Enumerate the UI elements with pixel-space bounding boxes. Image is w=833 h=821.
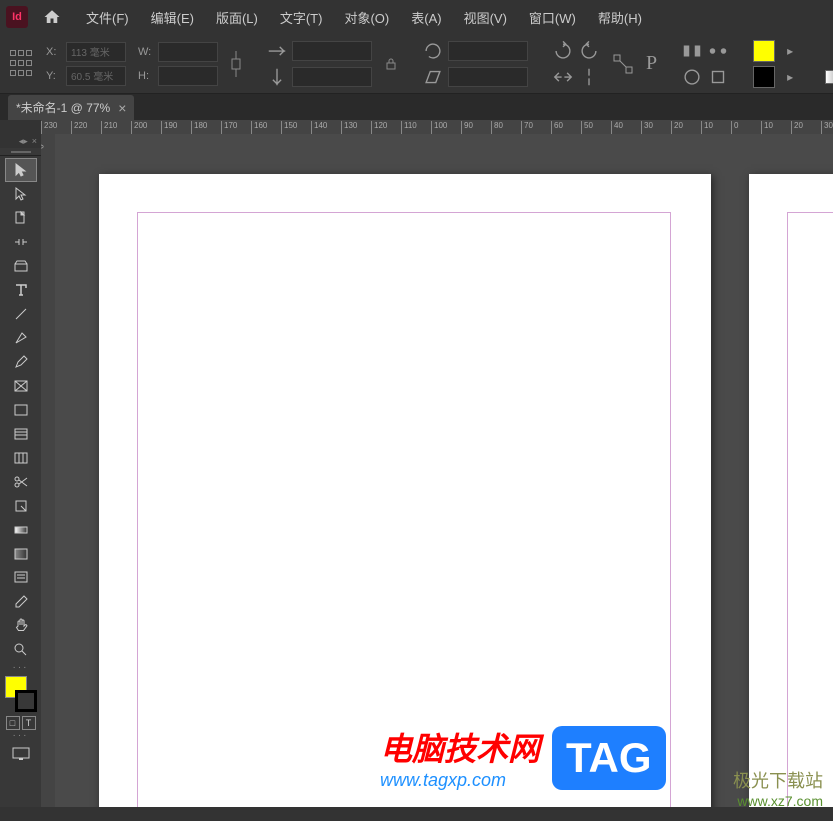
page-1[interactable] bbox=[99, 174, 711, 807]
pencil-tool[interactable] bbox=[5, 350, 37, 374]
fill-stroke-swatch[interactable] bbox=[3, 676, 39, 712]
gradient-feather-tool[interactable] bbox=[5, 542, 37, 566]
horizontal-grid-tool[interactable] bbox=[5, 422, 37, 446]
selection-tool[interactable] bbox=[5, 158, 37, 182]
paragraph-icon[interactable]: P bbox=[646, 53, 657, 75]
rotate-ccw-icon[interactable] bbox=[578, 40, 600, 62]
gap-tool[interactable] bbox=[5, 230, 37, 254]
tab-title: *未命名-1 @ 77% bbox=[16, 99, 110, 116]
apply-to-container[interactable]: □ bbox=[6, 716, 20, 730]
canvas[interactable]: 0 bbox=[41, 134, 833, 807]
watermark-site: 极光下载站 www.xz7.com bbox=[733, 767, 823, 809]
h-input[interactable] bbox=[158, 66, 218, 86]
menu-type[interactable]: 文字(T) bbox=[270, 4, 333, 31]
scissors-tool[interactable] bbox=[5, 470, 37, 494]
x-input[interactable]: 113 毫米 bbox=[66, 42, 126, 62]
zoom-tool[interactable] bbox=[5, 638, 37, 662]
margin-guide bbox=[137, 212, 671, 807]
x-label: X: bbox=[46, 46, 62, 58]
stroke-weight-icon[interactable]: ≡ bbox=[825, 44, 833, 66]
scale-y-icon[interactable] bbox=[266, 66, 288, 88]
rotate-cw-icon[interactable] bbox=[552, 40, 574, 62]
type-tool[interactable] bbox=[5, 278, 37, 302]
effects-icon[interactable] bbox=[681, 66, 703, 88]
stroke-swatch[interactable] bbox=[15, 690, 37, 712]
menu-bar: Id 文件(F) 编辑(E) 版面(L) 文字(T) 对象(O) 表(A) 视图… bbox=[0, 0, 833, 34]
watermark: 电脑技术网 www.tagxp.com TAG bbox=[380, 724, 666, 791]
ruler-horizontal[interactable]: 230 220 210 200 190 180 170 160 150 140 … bbox=[41, 120, 833, 134]
margin-guide bbox=[787, 212, 833, 807]
app-icon: Id bbox=[6, 6, 28, 28]
wrap-icon[interactable] bbox=[707, 66, 729, 88]
flip-v-icon[interactable] bbox=[578, 66, 600, 88]
document-tab[interactable]: *未命名-1 @ 77% × bbox=[8, 95, 134, 120]
select-container-icon[interactable] bbox=[612, 44, 634, 84]
menu-file[interactable]: 文件(F) bbox=[76, 4, 139, 31]
toolbox-drag-handle[interactable] bbox=[0, 148, 41, 156]
apply-to-text[interactable]: T bbox=[22, 716, 36, 730]
toolbox-close-icon[interactable]: × bbox=[32, 136, 37, 146]
direct-selection-tool[interactable] bbox=[5, 182, 37, 206]
free-transform-tool[interactable] bbox=[5, 494, 37, 518]
eyedropper-tool[interactable] bbox=[5, 590, 37, 614]
w-input[interactable] bbox=[158, 42, 218, 62]
pen-tool[interactable] bbox=[5, 326, 37, 350]
tab-close-button[interactable]: × bbox=[118, 100, 126, 116]
fill-color-swatch[interactable] bbox=[753, 40, 775, 62]
scale-x-icon[interactable] bbox=[266, 40, 288, 62]
toolbox-collapse-icon[interactable]: ◂▸ bbox=[19, 136, 28, 147]
ruler-vertical[interactable]: 0 bbox=[41, 134, 55, 807]
screen-mode-button[interactable] bbox=[7, 744, 35, 764]
toolbox-header: ◂▸ × bbox=[0, 134, 41, 148]
rectangle-tool[interactable] bbox=[5, 398, 37, 422]
page-tool[interactable] bbox=[5, 206, 37, 230]
page-2[interactable] bbox=[749, 174, 833, 807]
shear-input[interactable] bbox=[448, 67, 528, 87]
lock-icon[interactable] bbox=[384, 44, 398, 84]
constrain-proportions-icon[interactable] bbox=[230, 44, 242, 84]
stroke-style-dropdown[interactable] bbox=[825, 70, 833, 84]
line-tool[interactable] bbox=[5, 302, 37, 326]
watermark-badge: TAG bbox=[552, 726, 666, 790]
rotate-icon[interactable] bbox=[422, 40, 444, 62]
menu-view[interactable]: 视图(V) bbox=[454, 4, 517, 31]
w-label: W: bbox=[138, 46, 154, 58]
y-label: Y: bbox=[46, 70, 62, 82]
scale-x-input[interactable] bbox=[292, 41, 372, 61]
rectangle-frame-tool[interactable] bbox=[5, 374, 37, 398]
menu-help[interactable]: 帮助(H) bbox=[588, 4, 652, 31]
toolbox: □ T bbox=[0, 156, 41, 807]
h-label: H: bbox=[138, 70, 154, 82]
menu-layout[interactable]: 版面(L) bbox=[206, 4, 268, 31]
menu-edit[interactable]: 编辑(E) bbox=[141, 4, 204, 31]
watermark-url: www.tagxp.com bbox=[380, 770, 540, 791]
y-input[interactable]: 60.5 毫米 bbox=[66, 66, 126, 86]
note-tool[interactable] bbox=[5, 566, 37, 590]
align-icon[interactable] bbox=[681, 40, 703, 62]
gradient-swatch-tool[interactable] bbox=[5, 518, 37, 542]
hand-tool[interactable] bbox=[5, 614, 37, 638]
flip-h-icon[interactable] bbox=[552, 66, 574, 88]
document-tab-bar: *未命名-1 @ 77% × bbox=[0, 94, 833, 120]
distribute-icon[interactable] bbox=[707, 40, 729, 62]
vertical-grid-tool[interactable] bbox=[5, 446, 37, 470]
home-button[interactable] bbox=[38, 3, 66, 31]
menu-window[interactable]: 窗口(W) bbox=[519, 4, 586, 31]
content-collector-tool[interactable] bbox=[5, 254, 37, 278]
stroke-dropdown-icon[interactable]: ▸ bbox=[779, 66, 801, 88]
shear-icon[interactable] bbox=[422, 66, 444, 88]
menu-table[interactable]: 表(A) bbox=[401, 4, 451, 31]
rotate-input[interactable] bbox=[448, 41, 528, 61]
watermark-title: 电脑技术网 bbox=[380, 724, 540, 770]
control-bar: X: 113 毫米 Y: 60.5 毫米 W: H: bbox=[0, 34, 833, 94]
reference-point[interactable] bbox=[8, 48, 34, 80]
menu-object[interactable]: 对象(O) bbox=[334, 4, 399, 31]
fill-dropdown-icon[interactable]: ▸ bbox=[779, 40, 801, 62]
scale-y-input[interactable] bbox=[292, 67, 372, 87]
stroke-color-swatch[interactable] bbox=[753, 66, 775, 88]
